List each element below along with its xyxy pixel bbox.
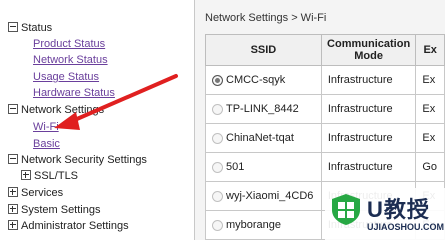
watermark-title: U教授 (367, 197, 430, 222)
ssid-label: 501 (226, 161, 245, 173)
column-header-communication-mode: Communication Mode (320, 34, 417, 66)
tree-node-system-settings[interactable]: System Settings (8, 203, 100, 217)
cell-extra: Ex (415, 94, 445, 124)
sidebar-link-basic[interactable]: Basic (33, 137, 60, 151)
watermark: U教授 UJIAOSHOU.COM (325, 188, 445, 240)
tree-label-status: Status (21, 22, 53, 34)
sidebar-link-hardware-status[interactable]: Hardware Status (33, 86, 115, 100)
ssid-label: myborange (226, 219, 282, 231)
sidebar-link-wifi[interactable]: Wi-Fi (33, 120, 59, 134)
tree-node-ssl-tls[interactable]: SSL/TLS (21, 169, 78, 183)
cell-communication-mode: Infrastructure (320, 152, 417, 182)
ssid-label: wyj-Xiaomi_4CD6 (226, 190, 314, 202)
tree-node-network-security[interactable]: Network Security Settings (8, 153, 147, 167)
tree-label-network-security: Network Security Settings (21, 154, 147, 166)
cell-ssid[interactable]: 501 (205, 152, 322, 182)
ssid-radio-button[interactable] (212, 103, 223, 115)
collapse-icon[interactable] (8, 22, 18, 32)
cell-communication-mode: Infrastructure (320, 94, 417, 124)
cell-extra: Go (415, 152, 445, 182)
expand-icon[interactable] (8, 220, 18, 230)
expand-icon[interactable] (21, 170, 31, 180)
watermark-logo-icon (332, 194, 360, 225)
table-header-row: SSID Communication Mode Ex (205, 34, 445, 66)
tree-label-services: Services (21, 187, 64, 199)
tree-node-network-settings[interactable]: Network Settings (8, 103, 104, 117)
ssid-radio-button[interactable] (212, 190, 223, 202)
cell-ssid[interactable]: ChinaNet-tqat (205, 123, 322, 153)
tree-node-administrator-settings[interactable]: Administrator Settings (8, 219, 129, 233)
ssid-radio-button[interactable] (212, 74, 223, 86)
sidebar-link-network-status[interactable]: Network Status (33, 53, 108, 67)
collapse-icon[interactable] (8, 154, 18, 164)
sidebar-link-usage-status[interactable]: Usage Status (33, 70, 99, 84)
cell-extra: Ex (415, 123, 445, 153)
table-row[interactable]: 501 Infrastructure Go (205, 152, 445, 182)
table-row[interactable]: TP-LINK_8442 Infrastructure Ex (205, 94, 445, 124)
tree-label-ssl-tls: SSL/TLS (34, 170, 79, 182)
ssid-label: TP-LINK_8442 (226, 103, 299, 115)
cell-ssid[interactable]: CMCC-sqyk (205, 65, 322, 95)
ssid-label: CMCC-sqyk (226, 74, 286, 86)
ssid-radio-button[interactable] (212, 219, 223, 231)
tree-label-system-settings: System Settings (21, 204, 101, 216)
tree-node-services[interactable]: Services (8, 186, 63, 200)
cell-communication-mode: Infrastructure (320, 65, 417, 95)
ssid-label: ChinaNet-tqat (226, 132, 294, 144)
table-row[interactable]: CMCC-sqyk Infrastructure Ex (205, 65, 445, 95)
collapse-icon[interactable] (8, 104, 18, 114)
cell-extra: Ex (415, 65, 445, 95)
watermark-url: UJIAOSHOU.COM (367, 222, 445, 232)
column-header-ssid: SSID (205, 34, 322, 66)
cell-ssid[interactable]: TP-LINK_8442 (205, 94, 322, 124)
ssid-radio-button[interactable] (212, 161, 223, 173)
cell-ssid[interactable]: wyj-Xiaomi_4CD6 (205, 181, 322, 211)
column-header-extra: Ex (415, 34, 445, 66)
cell-communication-mode: Infrastructure (320, 123, 417, 153)
expand-icon[interactable] (8, 187, 18, 197)
table-row[interactable]: ChinaNet-tqat Infrastructure Ex (205, 123, 445, 153)
tree-node-status[interactable]: Status (8, 21, 52, 35)
tree-label-network-settings: Network Settings (21, 104, 105, 116)
cell-ssid[interactable]: myborange (205, 210, 322, 240)
expand-icon[interactable] (8, 204, 18, 214)
sidebar-link-product-status[interactable]: Product Status (33, 37, 105, 51)
tree-label-administrator-settings: Administrator Settings (21, 220, 129, 232)
breadcrumb: Network Settings > Wi-Fi (205, 12, 327, 24)
ssid-radio-button[interactable] (212, 132, 223, 144)
sidebar-nav: Status Product Status Network Status Usa… (0, 0, 195, 240)
